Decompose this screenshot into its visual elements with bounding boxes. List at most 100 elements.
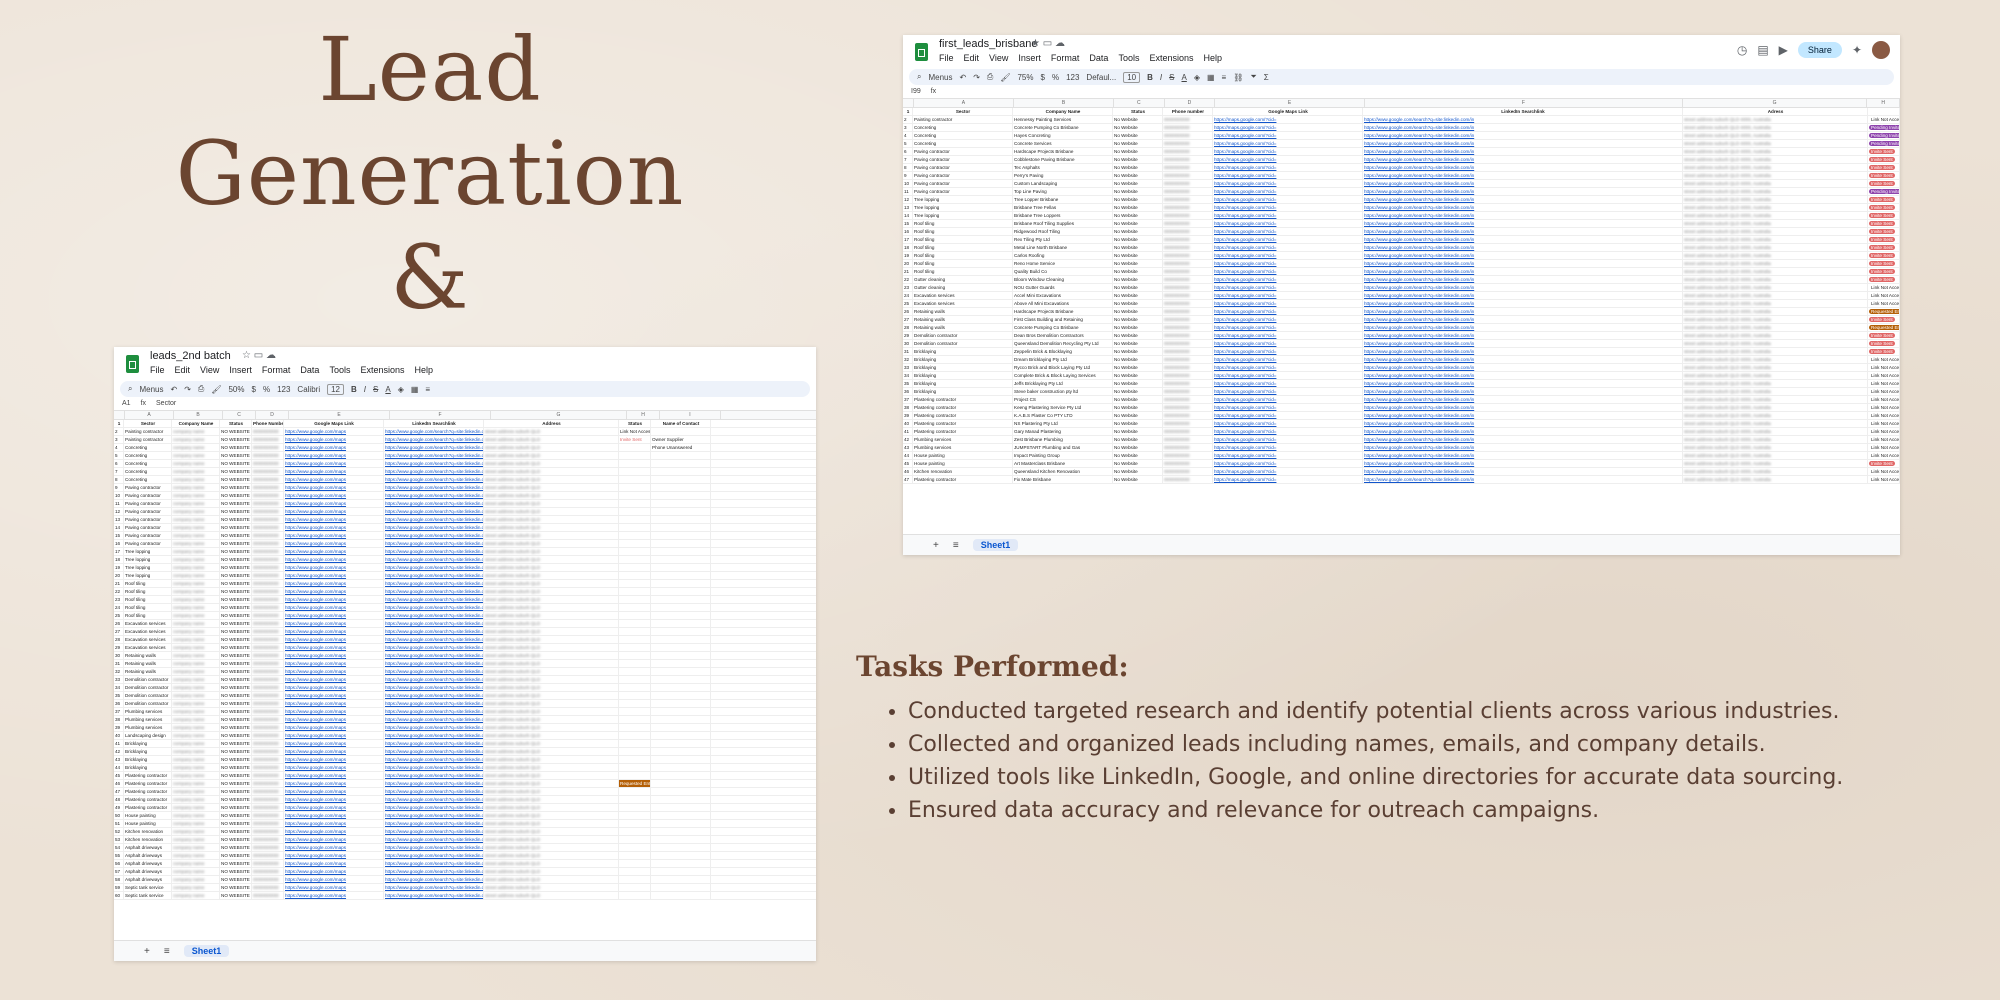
company-cell[interactable]: Hardscape Projects Brisbane [1013,308,1113,315]
menus-search[interactable]: Menus [139,385,163,394]
outreach-status-cell[interactable] [619,772,651,779]
company-cell[interactable]: company name [172,764,220,771]
phone-cell[interactable]: 0000000000 [252,860,284,867]
maps-link-cell[interactable]: https://www.google.com/maps [284,828,384,835]
outreach-status-dropdown[interactable]: Link Not Accessible [1868,364,1900,371]
sector-cell[interactable]: Paving contractor [124,524,172,531]
maps-link-cell[interactable]: https://maps.google.com/?cid= [1213,348,1363,355]
linkedin-link-cell[interactable]: https://www.google.com/search?q=site:lin… [1363,164,1683,171]
cell-reference[interactable]: A1 [122,400,131,407]
table-row[interactable]: 47 Plastering contractor company name NO WE… [114,788,816,796]
contact-cell[interactable] [651,556,711,563]
linkedin-link-cell[interactable]: https://www.google.com/search?q=site:lin… [384,660,484,667]
address-cell[interactable]: street address suburb QLD [484,588,619,595]
linkedin-link-cell[interactable]: https://www.google.com/search?q=site:lin… [384,572,484,579]
header-cell[interactable]: Phone number [1163,108,1213,115]
phone-cell[interactable]: 0000000000 [252,516,284,523]
linkedin-link-cell[interactable]: https://www.google.com/search?q=site:lin… [1363,124,1683,131]
row-number[interactable]: 57 [114,868,124,875]
outreach-status-dropdown[interactable]: Link Not Accessible [1868,356,1900,363]
row-number[interactable]: 19 [903,252,913,259]
phone-cell[interactable]: 0000000000 [252,764,284,771]
maps-link-cell[interactable]: https://www.google.com/maps [284,884,384,891]
outreach-status-dropdown[interactable]: Link Not Accessible [1868,300,1900,307]
linkedin-link-cell[interactable]: https://www.google.com/search?q=site:lin… [1363,148,1683,155]
linkedin-link-cell[interactable]: https://www.google.com/search?q=site:lin… [384,756,484,763]
company-cell[interactable]: company name [172,628,220,635]
company-cell[interactable]: Quality Build Co [1013,268,1113,275]
phone-cell[interactable]: 0000000000 [252,628,284,635]
row-number[interactable]: 48 [114,796,124,803]
phone-cell[interactable]: 0000000000 [252,756,284,763]
table-row[interactable]: 31 Retaining walls company name NO WEBSITE 0… [114,660,816,668]
sector-cell[interactable]: Plastering contractor [913,476,1013,483]
table-row[interactable]: 57 Asphalt driveways company name NO WEBSIT… [114,868,816,876]
company-cell[interactable]: company name [172,436,220,443]
align-icon[interactable]: ≡ [425,385,430,394]
filter-icon[interactable]: ⏷ [1250,72,1256,82]
contact-cell[interactable] [651,804,711,811]
sector-cell[interactable]: Plumbing services [913,444,1013,451]
maps-link-cell[interactable]: https://maps.google.com/?cid= [1213,452,1363,459]
table-row[interactable]: 41 Bricklaying company name NO WEBSITE 00000… [114,740,816,748]
outreach-status-cell[interactable] [619,516,651,523]
sector-cell[interactable]: Paving contractor [124,540,172,547]
menu-item-view[interactable]: View [989,53,1008,63]
maps-link-cell[interactable]: https://www.google.com/maps [284,756,384,763]
address-cell[interactable]: street address suburb QLD [484,428,619,435]
table-row[interactable]: 37 Plumbing services company name NO WEBSIT… [114,708,816,716]
row-number[interactable]: 18 [903,244,913,251]
contact-cell[interactable] [651,452,711,459]
row-number[interactable]: 43 [903,444,913,451]
linkedin-link-cell[interactable]: https://www.google.com/search?q=site:lin… [384,508,484,515]
table-row[interactable]: 59 Septic tank service company name NO WEBS… [114,884,816,892]
fill-color-icon[interactable]: ◈ [398,385,404,394]
address-cell[interactable]: street address suburb QLD [484,740,619,747]
row-number[interactable]: 27 [114,628,124,635]
outreach-status-cell[interactable] [619,676,651,683]
status-cell[interactable]: No Website [1113,156,1163,163]
status-cell[interactable]: No Website [1113,268,1163,275]
address-cell[interactable]: street address suburb QLD 4000, Australi… [1683,188,1868,195]
sector-cell[interactable]: Excavation services [124,636,172,643]
maps-link-cell[interactable]: https://www.google.com/maps [284,892,384,899]
contact-cell[interactable] [651,580,711,587]
row-number[interactable]: 30 [114,652,124,659]
address-cell[interactable]: street address suburb QLD 4000, Australi… [1683,292,1868,299]
header-cell[interactable]: Status [1113,108,1163,115]
status-cell[interactable]: No Website [1113,164,1163,171]
row-number[interactable]: 13 [114,516,124,523]
sector-cell[interactable]: Bricklaying [913,388,1013,395]
contact-cell[interactable] [651,532,711,539]
address-cell[interactable]: street address suburb QLD [484,724,619,731]
company-cell[interactable]: Project CS [1013,396,1113,403]
address-cell[interactable]: street address suburb QLD [484,860,619,867]
status-cell[interactable]: NO WEBSITE [220,460,252,467]
status-cell[interactable]: NO WEBSITE [220,476,252,483]
row-number[interactable]: 1 [903,108,913,115]
phone-cell[interactable]: 0000000000 [1163,148,1213,155]
company-cell[interactable]: company name [172,524,220,531]
status-cell[interactable]: NO WEBSITE [220,868,252,875]
contact-cell[interactable] [651,460,711,467]
linkedin-link-cell[interactable]: https://www.google.com/search?q=site:lin… [384,604,484,611]
company-cell[interactable]: Queensland Demolition Recycling Pty Ltd [1013,340,1113,347]
row-number[interactable]: 17 [903,236,913,243]
row-number[interactable]: 36 [903,388,913,395]
company-cell[interactable]: company name [172,828,220,835]
maps-link-cell[interactable]: https://maps.google.com/?cid= [1213,428,1363,435]
strikethrough-icon[interactable]: S [373,385,378,394]
outreach-status-cell[interactable] [619,644,651,651]
company-cell[interactable]: Fix Mate Brisbane [1013,476,1113,483]
outreach-status-cell[interactable] [619,452,651,459]
sector-cell[interactable]: Tree lopping [913,212,1013,219]
linkedin-link-cell[interactable]: https://www.google.com/search?q=site:lin… [1363,460,1683,467]
outreach-status-dropdown[interactable]: Invite Sent [1868,260,1900,267]
sector-cell[interactable]: Bricklaying [913,356,1013,363]
company-cell[interactable]: company name [172,820,220,827]
contact-cell[interactable] [651,468,711,475]
table-row[interactable]: 49 Plastering contractor company name NO WE… [114,804,816,812]
strikethrough-icon[interactable]: S [1169,73,1174,82]
address-cell[interactable]: street address suburb QLD [484,636,619,643]
table-row[interactable]: 48 Plastering contractor company name NO WE… [114,796,816,804]
